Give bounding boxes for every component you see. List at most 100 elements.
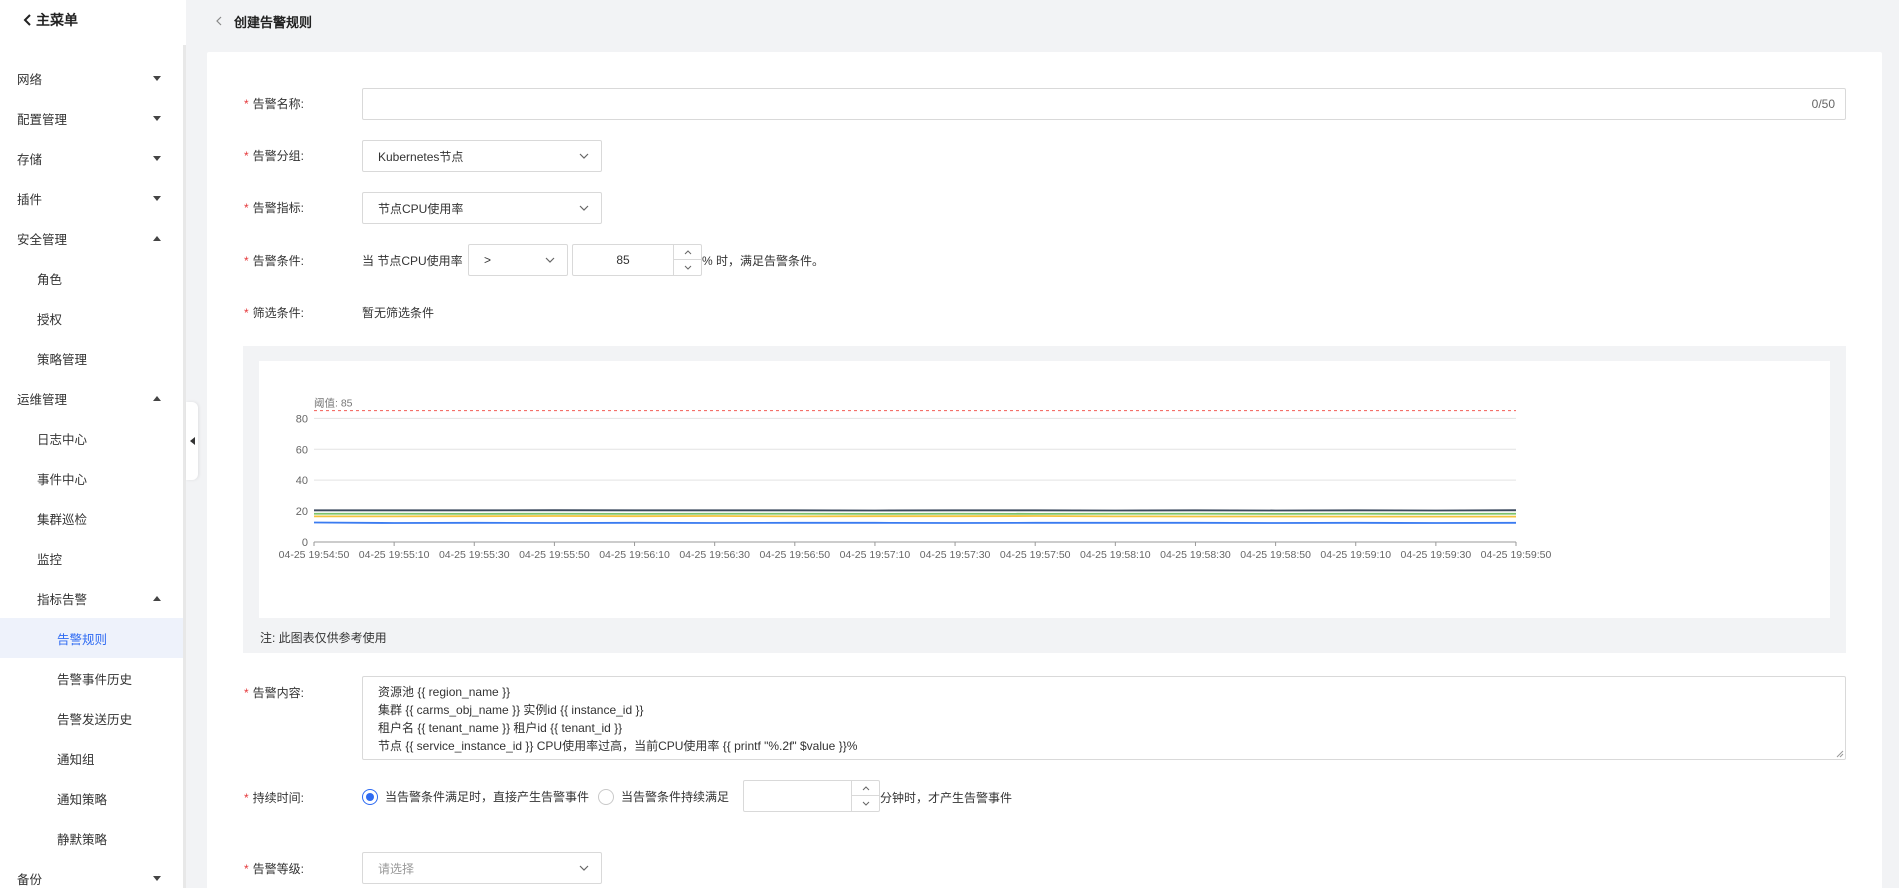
y-tick-label: 0 xyxy=(302,537,308,549)
x-tick-label: 04-25 19:56:50 xyxy=(759,549,830,561)
threshold-value: 85 xyxy=(616,253,630,267)
condition-suffix: % 时，满足告警条件。 xyxy=(702,254,825,268)
caret-down-icon xyxy=(153,155,161,161)
sidebar-item-label: 授权 xyxy=(37,312,63,327)
resize-handle-icon[interactable] xyxy=(1836,750,1844,758)
duration-minutes-value xyxy=(744,781,851,811)
x-tick-label: 04-25 19:55:30 xyxy=(439,549,510,561)
sidebar-item[interactable]: 指标告警 xyxy=(0,578,183,618)
sidebar-item[interactable]: 角色 xyxy=(0,258,183,298)
chevron-down-icon xyxy=(579,205,589,211)
threshold-label: 阈值: 85 xyxy=(314,397,353,410)
sidebar-item[interactable]: 策略管理 xyxy=(0,338,183,378)
stepper-buttons xyxy=(673,245,701,275)
content-line: 租户名 {{ tenant_name }} 租户id {{ tenant_id … xyxy=(378,721,623,735)
duration-sustained-radio[interactable]: 当告警条件持续满足 xyxy=(598,788,729,805)
content-line: 节点 {{ service_instance_id }} CPU使用率过高，当前… xyxy=(378,739,858,753)
sidebar-item[interactable]: 运维管理 xyxy=(0,378,183,418)
caret-left-icon xyxy=(189,437,195,445)
duration-sustained-label: 当告警条件持续满足 xyxy=(621,790,730,804)
threshold-decrement-button[interactable] xyxy=(674,260,701,275)
sidebar-item[interactable]: 备份 xyxy=(0,858,183,888)
sidebar-item-label: 存储 xyxy=(17,152,43,167)
form-panel: * 告警名称: 0/50 * 告警分组: Kubernetes节点 * 告警指标: 节… xyxy=(207,52,1882,888)
back-button[interactable] xyxy=(212,14,226,28)
chevron-left-icon xyxy=(216,16,222,26)
x-tick-label: 04-25 19:59:10 xyxy=(1320,549,1391,561)
sidebar-item-label: 通知策略 xyxy=(57,792,108,807)
sidebar-item[interactable]: 集群巡检 xyxy=(0,498,183,538)
sidebar-item-label: 告警发送历史 xyxy=(57,712,133,727)
alert-condition-label: * 告警条件: xyxy=(244,254,305,268)
sidebar-item-label: 静默策略 xyxy=(57,832,108,847)
duration-label: * 持续时间: xyxy=(244,791,305,805)
chart-area: 0 20 40 60 80 04-25 19:54:50 04-25 19:55:10 04-… xyxy=(243,346,1846,653)
sidebar-item-label: 通知组 xyxy=(57,752,95,767)
sidebar-item[interactable]: 监控 xyxy=(0,538,183,578)
alert-name-input[interactable]: 0/50 xyxy=(362,88,1846,120)
chevron-left-icon xyxy=(23,14,31,26)
sidebar-nav: 网络配置管理存储插件安全管理角色授权策略管理运维管理日志中心事件中心集群巡检监控… xyxy=(0,58,183,888)
sidebar-item[interactable]: 存储 xyxy=(0,138,183,178)
sidebar-collapse-button[interactable] xyxy=(186,402,198,480)
alert-group-label: * 告警分组: xyxy=(244,149,305,163)
x-tick-label: 04-25 19:58:30 xyxy=(1160,549,1231,561)
sidebar-item[interactable]: 静默策略 xyxy=(0,818,183,858)
radio-checked-icon xyxy=(362,788,378,805)
sidebar-item-label: 集群巡检 xyxy=(37,512,88,527)
sidebar-item-label: 告警事件历史 xyxy=(57,672,133,687)
x-tick-label: 04-25 19:58:10 xyxy=(1080,549,1151,561)
duration-suffix: 分钟时，才产生告警事件 xyxy=(880,791,1013,805)
radio-unchecked-icon xyxy=(598,788,614,805)
sidebar-item[interactable]: 事件中心 xyxy=(0,458,183,498)
sidebar-item[interactable]: 授权 xyxy=(0,298,183,338)
alert-metric-value: 节点CPU使用率 xyxy=(378,201,464,216)
alert-level-placeholder: 请选择 xyxy=(378,861,415,876)
sidebar-item-label: 运维管理 xyxy=(17,392,68,407)
x-tick-label: 04-25 19:59:30 xyxy=(1401,549,1472,561)
sidebar-item[interactable]: 网络 xyxy=(0,58,183,98)
sidebar-item[interactable]: 配置管理 xyxy=(0,98,183,138)
duration-minutes-stepper[interactable] xyxy=(743,780,880,812)
duration-immediate-label: 当告警条件满足时，直接产生告警事件 xyxy=(385,790,590,804)
y-tick-label: 40 xyxy=(296,475,308,487)
minutes-increment-button[interactable] xyxy=(852,781,879,796)
alert-group-select[interactable]: Kubernetes节点 xyxy=(362,140,602,172)
alert-content-textarea[interactable]: 资源池 {{ region_name }} 集群 {{ carms_obj_na… xyxy=(362,676,1846,760)
content-line: 集群 {{ carms_obj_name }} 实例id {{ instance… xyxy=(378,703,644,717)
sidebar-item[interactable]: 通知组 xyxy=(0,738,183,778)
sidebar-item-label: 策略管理 xyxy=(37,352,88,367)
sidebar-item[interactable]: 通知策略 xyxy=(0,778,183,818)
sidebar-item-label: 配置管理 xyxy=(17,112,68,127)
x-tick-label: 04-25 19:59:50 xyxy=(1481,549,1552,561)
chart-card: 0 20 40 60 80 04-25 19:54:50 04-25 19:55:10 04-… xyxy=(259,361,1830,618)
sidebar-item[interactable]: 安全管理 xyxy=(0,218,183,258)
y-tick-label: 80 xyxy=(296,413,308,425)
filter-value: 暂无筛选条件 xyxy=(362,306,435,320)
condition-operator-select[interactable]: > xyxy=(468,244,568,276)
threshold-stepper[interactable]: 85 xyxy=(572,244,702,276)
minutes-decrement-button[interactable] xyxy=(852,796,879,811)
sidebar-item[interactable]: 告警事件历史 xyxy=(0,658,183,698)
threshold-increment-button[interactable] xyxy=(674,245,701,260)
caret-up-icon xyxy=(153,235,161,241)
page-title: 创建告警规则 xyxy=(234,14,313,30)
alert-level-select[interactable]: 请选择 xyxy=(362,852,602,884)
caret-down-icon xyxy=(153,875,161,881)
sidebar-item-label: 告警规则 xyxy=(57,632,108,647)
sidebar: 主菜单 网络配置管理存储插件安全管理角色授权策略管理运维管理日志中心事件中心集群… xyxy=(0,0,186,888)
alert-metric-select[interactable]: 节点CPU使用率 xyxy=(362,192,602,224)
x-tick-label: 04-25 19:57:50 xyxy=(1000,549,1071,561)
x-tick-label: 04-25 19:55:50 xyxy=(519,549,590,561)
main-menu-back[interactable]: 主菜单 xyxy=(22,10,78,30)
sidebar-item-label: 安全管理 xyxy=(17,232,68,247)
series-line xyxy=(314,515,1516,518)
sidebar-item[interactable]: 插件 xyxy=(0,178,183,218)
sidebar-item[interactable]: 告警发送历史 xyxy=(0,698,183,738)
sidebar-item[interactable]: 告警规则 xyxy=(0,618,183,658)
chart-note: 注: 此图表仅供参考使用 xyxy=(260,631,387,645)
sidebar-item[interactable]: 日志中心 xyxy=(0,418,183,458)
content-line: 资源池 {{ region_name }} xyxy=(378,685,511,699)
duration-immediate-radio[interactable]: 当告警条件满足时，直接产生告警事件 xyxy=(362,788,589,805)
sidebar-item-label: 事件中心 xyxy=(37,472,88,487)
